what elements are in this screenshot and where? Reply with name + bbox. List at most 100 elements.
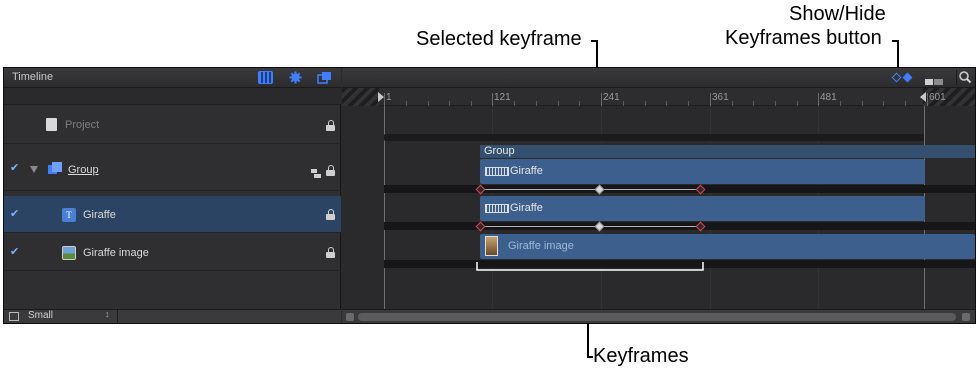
gear-icon[interactable] — [288, 71, 303, 84]
giraffe-image-clip-label: Giraffe image — [508, 240, 574, 252]
text-clip-icon — [485, 167, 509, 176]
checkerboard-icon[interactable] — [258, 71, 273, 84]
ruler-minor-tick — [862, 101, 863, 106]
callout-keyframes: Keyframes — [593, 345, 689, 367]
ruler-tick — [492, 93, 493, 106]
ruler-minor-tick — [840, 101, 841, 106]
checkbox-icon[interactable]: ✔ — [10, 163, 20, 174]
thumbnail-size-select[interactable]: Small — [28, 310, 53, 321]
layer-row-group[interactable]: ✔ Group — [4, 145, 341, 191]
ruler-minor-tick — [471, 101, 472, 106]
callout-show-hide-line1: Show/Hide — [789, 3, 886, 25]
timeline-header: Timeline — [4, 68, 341, 88]
giraffe-text-track-bar-in-group[interactable]: Giraffe — [480, 159, 925, 184]
zoom-icon[interactable] — [956, 70, 972, 85]
ruler-minor-tick — [579, 101, 580, 106]
timeline-ruler[interactable]: 1 121 241 361 481 601 — [342, 88, 975, 106]
ruler-minor-tick — [905, 101, 906, 106]
ruler-minor-tick — [558, 101, 559, 106]
ruler-out-of-range-left — [342, 88, 379, 106]
lock-icon[interactable] — [326, 209, 335, 220]
motion-timeline-window: Timeline Project ✔ Group ✔ T Giraffe ✔ G… — [3, 67, 976, 324]
giraffe-text-track-bar[interactable]: Giraffe — [480, 196, 925, 221]
timeline-horizontal-scrollbar[interactable] — [342, 309, 975, 323]
ruler-tick — [384, 93, 385, 106]
group-giraffe-clip-label: Giraffe — [510, 165, 543, 177]
ruler-tick-label: 481 — [820, 92, 837, 103]
ruler-minor-tick — [688, 101, 689, 106]
ruler-minor-tick — [645, 101, 646, 106]
stepper-icon[interactable]: ↕ — [105, 309, 110, 319]
group-track-label: Group — [484, 145, 515, 157]
image-layer-icon — [62, 246, 76, 260]
group-track-bar[interactable]: Group — [480, 145, 975, 158]
layer-row-giraffe-image[interactable]: ✔ Giraffe image — [4, 234, 341, 271]
ruler-tick-label: 241 — [603, 92, 620, 103]
ruler-tick — [927, 93, 928, 106]
keyframe-filled-icon — [902, 72, 913, 83]
ruler-minor-tick — [449, 101, 450, 106]
project-track-bar — [384, 134, 924, 141]
ruler-minor-tick — [666, 101, 667, 106]
scroll-left-icon[interactable] — [346, 313, 354, 321]
show-hide-keyframes-button[interactable] — [889, 71, 915, 85]
group-icon — [48, 162, 62, 176]
ruler-tick-label: 361 — [712, 92, 729, 103]
ruler-minor-tick — [406, 101, 407, 106]
keyframe-outline-icon — [891, 72, 902, 83]
scroll-right-icon[interactable] — [962, 313, 970, 321]
layers-list-footer: Small ↕ — [4, 309, 341, 324]
layer-row-giraffe[interactable]: ✔ T Giraffe — [4, 196, 341, 233]
scrollbar-thumb[interactable] — [358, 313, 956, 321]
layers-list-panel: Timeline Project ✔ Group ✔ T Giraffe ✔ G… — [4, 68, 341, 324]
checkbox-icon[interactable]: ✔ — [10, 209, 20, 220]
checkbox-icon[interactable]: ✔ — [10, 247, 20, 258]
giraffe-clip-label: Giraffe — [510, 202, 543, 214]
layers-list-subheader — [4, 88, 341, 105]
layer-row-project[interactable]: Project — [4, 106, 341, 144]
ruler-tick — [818, 93, 819, 106]
ruler-minor-tick — [536, 101, 537, 106]
callout-keyframes-tick — [587, 356, 593, 358]
ruler-minor-tick — [514, 101, 515, 106]
timeline-tracks-panel: 1 121 241 361 481 601 Group Giraffe Gira… — [342, 68, 975, 323]
ruler-minor-tick — [753, 101, 754, 106]
ruler-minor-tick — [732, 101, 733, 106]
ruler-tick-label: 601 — [929, 92, 946, 103]
lock-icon[interactable] — [326, 165, 335, 176]
giraffe-image-track-bar[interactable]: Giraffe image — [480, 234, 975, 259]
ruler-tick-label: 121 — [494, 92, 511, 103]
play-range-out-marker[interactable] — [920, 92, 926, 102]
keyframe-curve — [481, 189, 701, 190]
callout-show-hide-line2: Keyframes button — [725, 27, 882, 49]
layer-label-project: Project — [65, 119, 100, 131]
text-layer-icon: T — [62, 208, 76, 222]
stack-icon[interactable] — [311, 165, 321, 178]
layers-icon[interactable] — [317, 71, 332, 84]
timeline-title: Timeline — [12, 71, 54, 83]
ruler-minor-tick — [623, 101, 624, 106]
ruler-tick — [710, 93, 711, 106]
layer-label-giraffe: Giraffe — [83, 209, 116, 221]
thumbnail-size-icon[interactable] — [9, 312, 19, 321]
disclosure-triangle-icon[interactable] — [30, 166, 38, 173]
keyframes-bracket — [476, 262, 704, 271]
layer-label-group: Group — [68, 164, 99, 176]
project-icon — [46, 118, 57, 131]
show-hide-audio-button[interactable] — [925, 73, 943, 85]
ruler-minor-tick — [883, 101, 884, 106]
ruler-minor-tick — [428, 101, 429, 106]
keyframe-curve — [481, 226, 701, 227]
lock-icon[interactable] — [326, 247, 335, 258]
ruler-minor-tick — [775, 101, 776, 106]
timeline-tracks-header — [342, 68, 975, 88]
callout-selected-keyframe: Selected keyframe — [416, 28, 582, 50]
layer-label-giraffe-image: Giraffe image — [83, 247, 149, 259]
ruler-minor-tick — [797, 101, 798, 106]
lock-icon[interactable] — [326, 120, 335, 131]
ruler-tick-label: 1 — [386, 92, 392, 103]
footer-divider — [117, 310, 118, 324]
text-clip-icon — [485, 204, 509, 213]
ruler-tick — [601, 93, 602, 106]
giraffe-image-thumbnail — [485, 236, 498, 256]
